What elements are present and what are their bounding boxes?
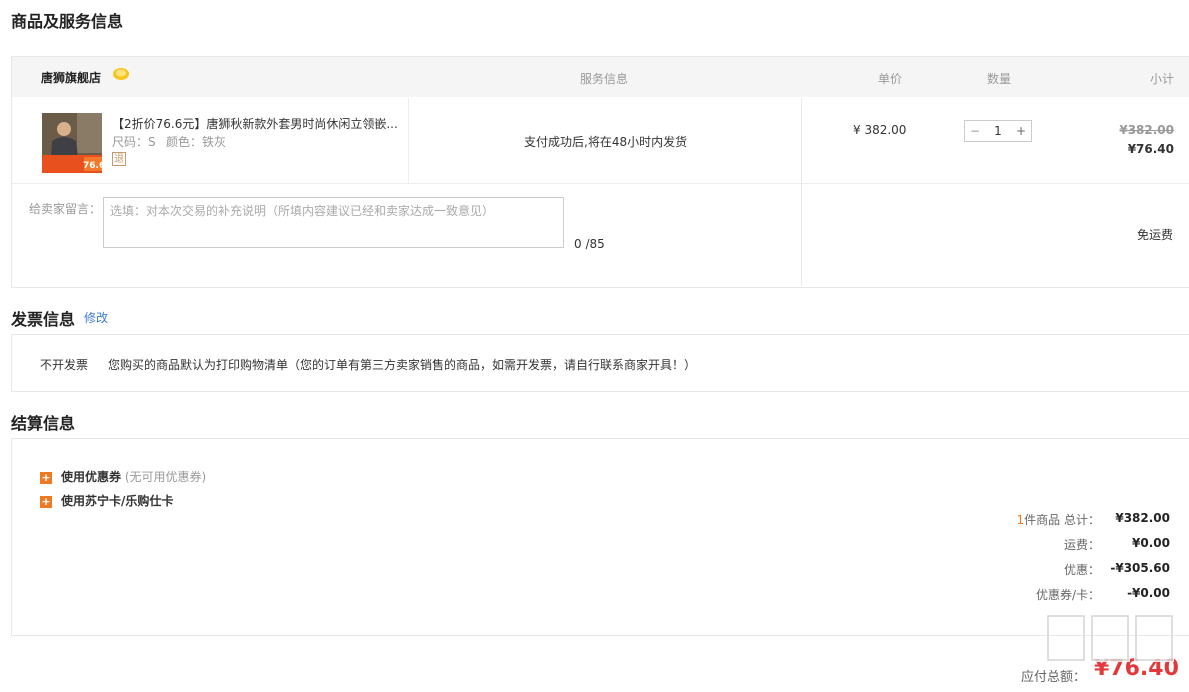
use-card-toggle[interactable]: + 使用苏宁卡/乐购仕卡 — [40, 492, 173, 509]
col-service-header: 服务信息 — [580, 72, 629, 86]
message-label: 给卖家留言： — [29, 202, 102, 216]
original-subtotal: ¥382.00 — [1119, 123, 1174, 137]
summary-total-value: ¥382.00 — [1115, 511, 1170, 525]
section-title-invoice: 发票信息 — [11, 310, 76, 329]
summary-total-row: 1件商品 总计： ¥382.00 — [970, 511, 1170, 528]
invoice-type: 不开发票 — [40, 358, 89, 372]
product-size: 尺码：S — [112, 135, 156, 149]
summary-freight-row: 运费： ¥0.00 — [970, 536, 1170, 553]
section-title-goods: 商品及服务信息 — [11, 12, 124, 31]
seller-message-input[interactable] — [103, 197, 564, 248]
store-name[interactable]: 唐狮旗舰店 — [41, 69, 101, 86]
store-medal-icon — [112, 67, 130, 81]
summary-freight-label: 运费： — [1063, 538, 1100, 552]
summary-discount-row: 优惠： -¥305.60 — [970, 561, 1170, 578]
col-subtotal-header: 小计 — [1150, 72, 1175, 86]
col-price-header: 单价 — [878, 72, 903, 86]
col-divider — [801, 98, 802, 286]
thumbnail-price: 76.6 — [83, 161, 106, 171]
coupon-label: 使用优惠券 — [61, 470, 122, 484]
qty-minus-button[interactable]: − — [965, 124, 985, 138]
summary-discount-label: 优惠： — [1063, 563, 1100, 577]
summary-discount-value: -¥305.60 — [1110, 561, 1170, 575]
expand-plus-icon: + — [40, 494, 52, 508]
summary-total-label: 1件商品 总计： — [970, 511, 1100, 528]
qty-plus-button[interactable]: + — [1011, 124, 1031, 138]
invoice-note: 您购买的商品默认为打印购物清单（您的订单有第三方卖家销售的商品，如需开发票，请自… — [108, 358, 697, 372]
item-subtotal: ¥76.40 — [1127, 142, 1174, 156]
invoice-edit-link[interactable]: 修改 — [84, 309, 108, 326]
row-divider — [12, 183, 1189, 184]
return-badge: 退 — [112, 152, 126, 166]
summary-coupon-row: 优惠券/卡： -¥0.00 — [970, 586, 1170, 603]
service-text: 支付成功后,将在48小时内发货 — [524, 135, 688, 149]
shipping-text: 免运费 — [1136, 228, 1173, 242]
goods-panel — [11, 56, 1189, 288]
summary-coupon-value: -¥0.00 — [1127, 586, 1170, 600]
coupon-note: (无可用优惠券) — [124, 470, 207, 484]
unit-price: ¥ 382.00 — [853, 123, 907, 137]
summary-freight-value: ¥0.00 — [1132, 536, 1170, 550]
product-color: 颜色：铁灰 — [166, 135, 227, 149]
summary-coupon-label: 优惠券/卡： — [1035, 588, 1100, 602]
summary-total-text: 件商品 总计： — [1024, 513, 1100, 527]
watermark-logo — [1040, 608, 1180, 688]
qty-input[interactable]: 1 — [985, 124, 1011, 138]
message-counter: 0 /85 — [574, 237, 605, 251]
col-qty-header: 数量 — [987, 72, 1012, 86]
expand-plus-icon: + — [40, 470, 52, 484]
product-title-link[interactable]: 【2折价76.6元】唐狮秋新款外套男时尚休闲立领嵌... — [112, 115, 402, 132]
col-divider — [408, 98, 409, 183]
card-label: 使用苏宁卡/乐购仕卡 — [61, 494, 174, 508]
use-coupon-toggle[interactable]: + 使用优惠券 (无可用优惠券) — [40, 468, 206, 485]
section-title-settlement: 结算信息 — [11, 414, 76, 433]
quantity-stepper: − 1 + — [964, 120, 1032, 142]
